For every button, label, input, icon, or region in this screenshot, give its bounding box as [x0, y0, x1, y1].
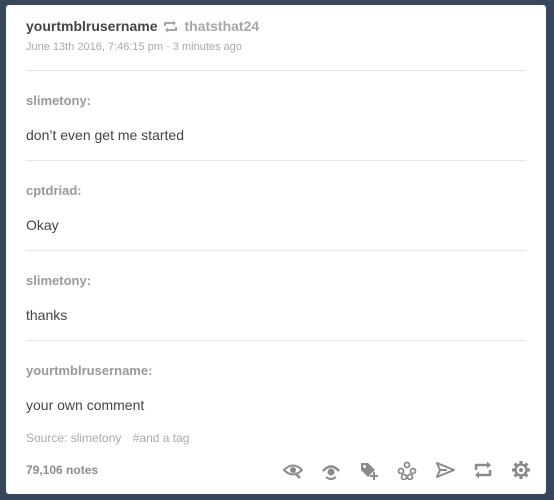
divider [26, 70, 526, 71]
eye-icon[interactable] [282, 459, 304, 481]
post-attribution: yourtmblrusername thatsthat24 [26, 18, 526, 34]
meta-separator: · [166, 41, 170, 53]
thread-entry: slimetony: don’t even get me started [26, 93, 526, 143]
add-tag-icon[interactable] [358, 459, 380, 481]
post-author[interactable]: yourtmblrusername [26, 18, 157, 34]
post-header: yourtmblrusername thatsthat24 June 13th … [26, 18, 526, 53]
thread-text: thanks [26, 307, 68, 323]
post-card: yourtmblrusername thatsthat24 June 13th … [6, 5, 546, 494]
thread-username[interactable]: slimetony: [26, 93, 526, 108]
reblog-icon [163, 20, 178, 33]
source-link[interactable]: Source: slimetony [26, 431, 121, 445]
thread-username[interactable]: slimetony: [26, 273, 526, 288]
share-icon[interactable] [434, 459, 456, 481]
thread-entry: slimetony: thanks [26, 273, 526, 323]
thread-text: Okay [26, 217, 59, 233]
thread-entry: yourtmblrusername: your own comment [26, 363, 526, 413]
settings-icon[interactable] [510, 459, 532, 481]
divider [26, 160, 526, 161]
thread-text: your own comment [26, 397, 145, 413]
hide-icon[interactable] [320, 459, 342, 481]
reblog-icon[interactable] [472, 459, 494, 481]
queue-icon[interactable] [396, 459, 418, 481]
relative-time: 3 minutes ago [172, 41, 242, 53]
post-footer: 79,106 notes [26, 455, 532, 485]
source-line: Source: slimetony #and a tag [26, 431, 189, 445]
divider [26, 340, 526, 341]
divider [26, 250, 526, 251]
thread-text: don’t even get me started [26, 127, 184, 143]
post-tag[interactable]: #and a tag [133, 431, 190, 445]
thread-username[interactable]: yourtmblrusername: [26, 363, 526, 378]
thread-username[interactable]: cptdriad: [26, 183, 526, 198]
post-actions [266, 459, 532, 481]
post-timestamp[interactable]: June 13th 2016, 7:46:15 pm · 3 minutes a… [26, 41, 526, 53]
thread-entry: cptdriad: Okay [26, 183, 526, 233]
post-date: June 13th 2016, 7:46:15 pm [26, 41, 163, 53]
reblogged-from-link[interactable]: thatsthat24 [184, 18, 259, 34]
notes-count[interactable]: 79,106 notes [26, 463, 98, 477]
